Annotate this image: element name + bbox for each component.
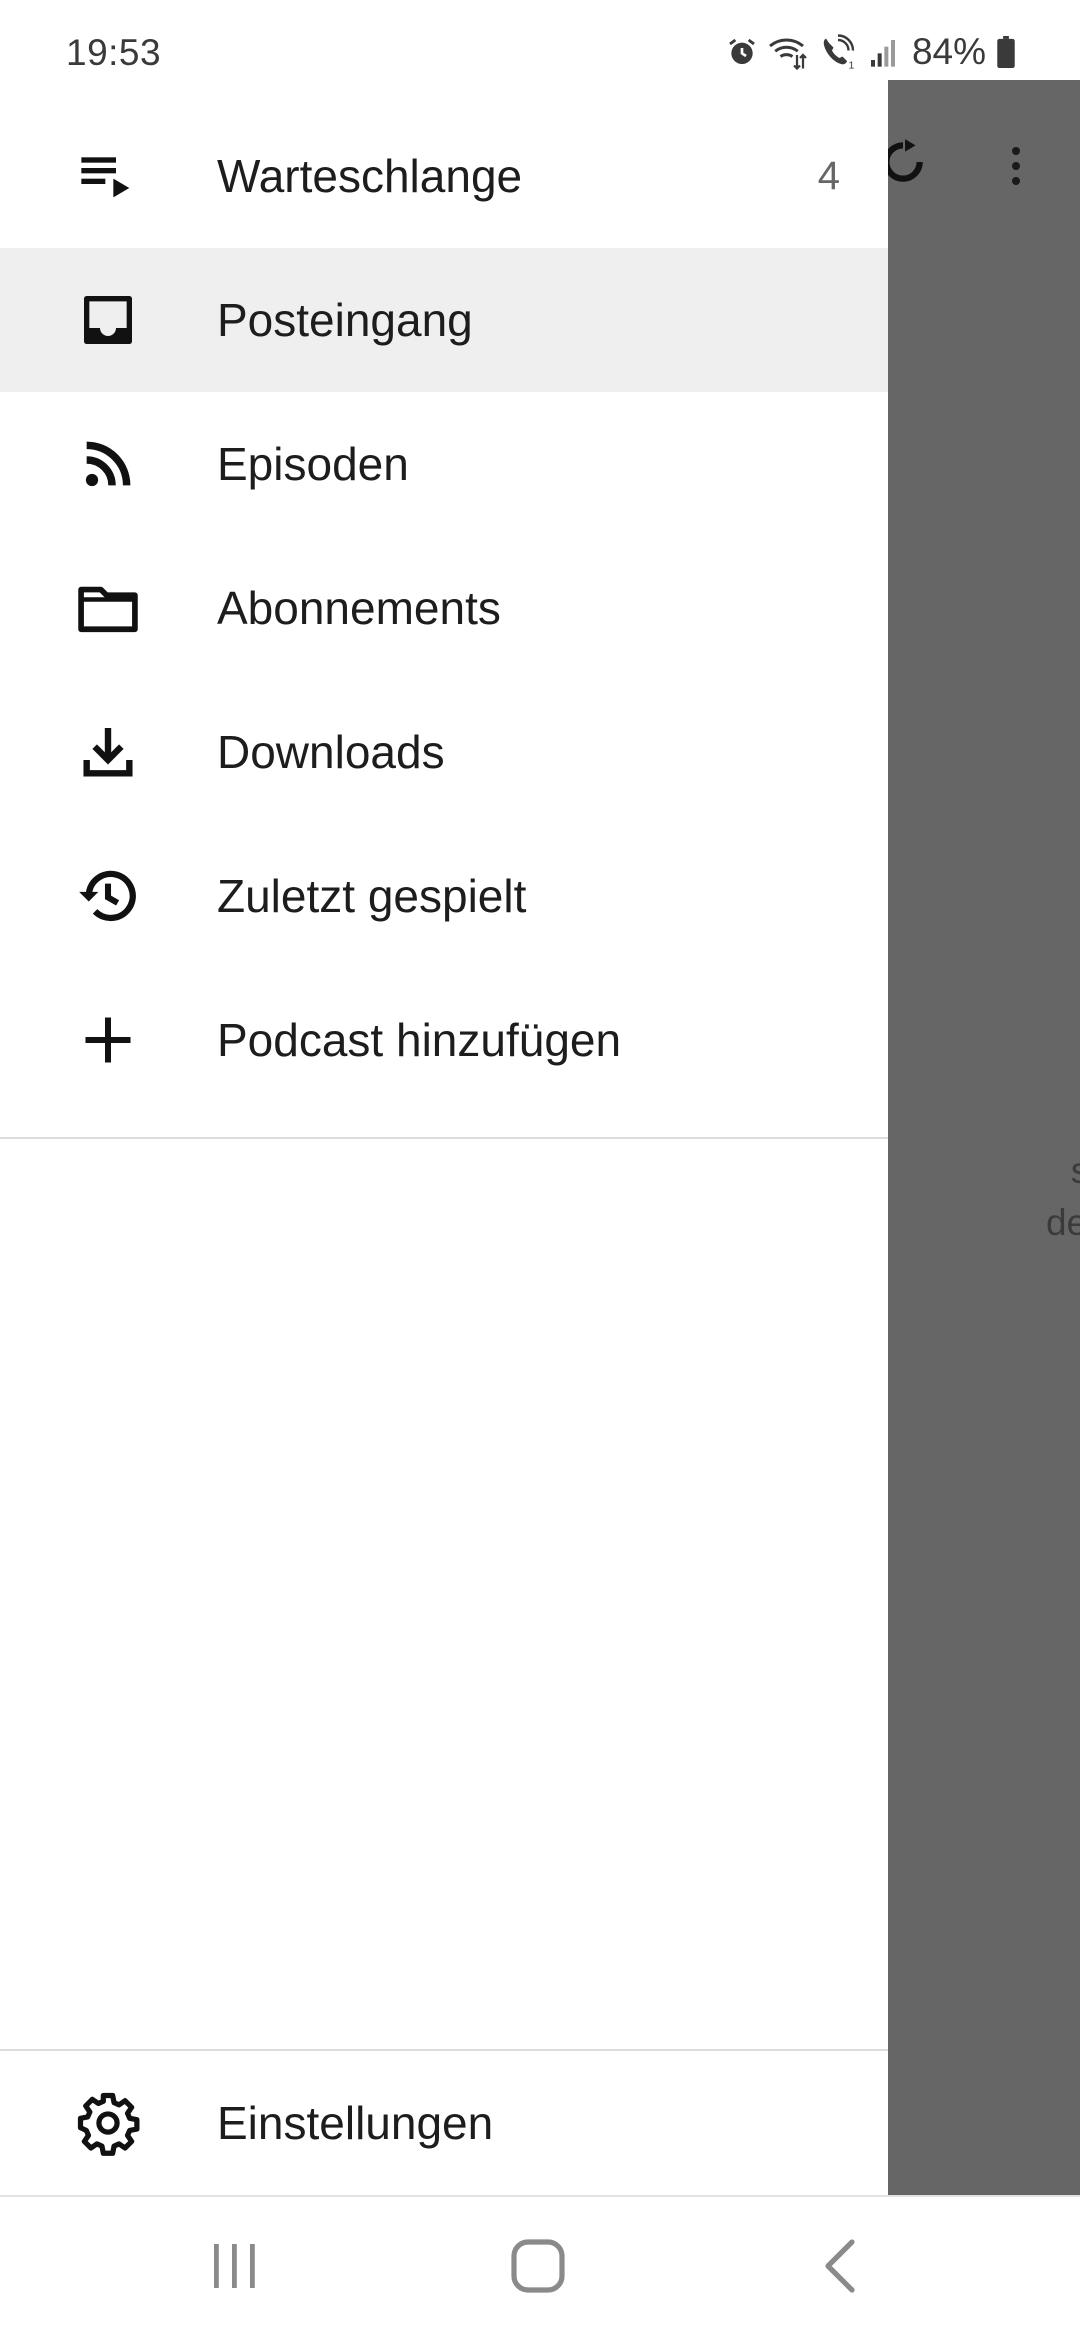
inbox-icon xyxy=(72,284,144,356)
folder-icon xyxy=(72,572,144,644)
nav-label-episodes: Episoden xyxy=(217,438,409,490)
status-bar: 19:53 1 84% xyxy=(0,0,1080,80)
nav-label-add-podcast: Podcast hinzufügen xyxy=(217,1014,622,1066)
nav-item-settings[interactable]: Einstellungen xyxy=(0,2051,888,2195)
nav-label-settings: Einstellungen xyxy=(217,2097,494,2149)
nav-label-queue: Warteschlange xyxy=(217,150,523,202)
nav-item-subscriptions[interactable]: Abonnements xyxy=(0,536,888,680)
background-text: sie den, . xyxy=(1045,1150,1080,1243)
navigation-drawer: Warteschlange 4 Posteingang Episoden Abo… xyxy=(0,80,888,2195)
status-time: 19:53 xyxy=(66,32,162,73)
nav-item-inbox[interactable]: Posteingang xyxy=(0,248,888,392)
drawer-scrim[interactable]: sie den, . xyxy=(888,80,1080,2195)
gear-icon xyxy=(72,2087,144,2159)
nav-item-episodes[interactable]: Episoden xyxy=(0,392,888,536)
nav-item-downloads[interactable]: Downloads xyxy=(0,680,888,824)
queue-icon xyxy=(72,140,144,212)
system-nav-bar xyxy=(0,2196,1080,2340)
drawer-divider-top xyxy=(0,1137,888,1139)
wifi-calling-icon: 1 xyxy=(823,34,854,71)
status-icons: 1 84% xyxy=(726,30,1016,74)
more-options-icon[interactable] xyxy=(1012,140,1020,192)
battery-percent: 84% xyxy=(911,31,986,72)
wifi-icon xyxy=(768,38,807,70)
navbar-divider xyxy=(0,2195,1080,2197)
home-icon[interactable] xyxy=(508,2236,568,2296)
nav-item-add-podcast[interactable]: Podcast hinzufügen xyxy=(0,968,888,1112)
nav-item-queue[interactable]: Warteschlange 4 xyxy=(0,104,888,248)
rss-icon xyxy=(72,428,144,500)
nav-label-inbox: Posteingang xyxy=(217,294,473,346)
download-icon xyxy=(72,716,144,788)
recent-apps-icon[interactable] xyxy=(206,2236,262,2296)
back-icon[interactable] xyxy=(818,2236,862,2296)
plus-icon xyxy=(72,1004,144,1076)
history-icon xyxy=(72,860,144,932)
svg-text:1: 1 xyxy=(848,60,854,71)
nav-label-subscriptions: Abonnements xyxy=(217,582,501,634)
nav-item-recently-played[interactable]: Zuletzt gespielt xyxy=(0,824,888,968)
nav-label-downloads: Downloads xyxy=(217,726,445,778)
queue-count-badge: 4 xyxy=(817,153,840,198)
battery-icon xyxy=(997,36,1015,68)
alarm-icon xyxy=(729,38,755,64)
signal-icon xyxy=(870,40,895,67)
nav-label-recently-played: Zuletzt gespielt xyxy=(217,870,527,922)
